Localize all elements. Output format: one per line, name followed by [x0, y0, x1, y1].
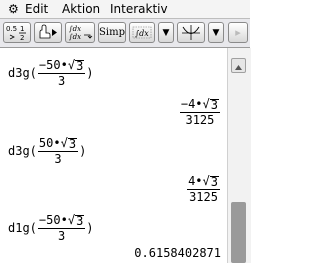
result-denominator: 3125 — [189, 190, 218, 204]
radicand: 3 — [75, 59, 85, 73]
input-line-2[interactable]: d3g( 50• √ 3 3 ) — [8, 137, 86, 165]
radicand: 3 — [209, 175, 219, 189]
integral-button[interactable]: ∫dx — [129, 22, 155, 43]
result-line-1: −4• √ 3 3125 — [179, 98, 221, 126]
multiply-dot: • — [53, 136, 61, 150]
svg-text:2: 2 — [20, 34, 24, 41]
fraction-decimal-icon: 0.5 1 2 — [6, 25, 26, 41]
result-fraction: 4• √ 3 3125 — [187, 175, 220, 203]
result-fraction: −4• √ 3 3125 — [179, 97, 220, 127]
menu-aktion[interactable]: Aktion — [62, 0, 100, 18]
result-denominator: 3125 — [185, 113, 215, 127]
main-work-area[interactable]: d3g( −50• √ 3 3 ) −4• √ 3 3125 d3g( 50• √ 3 3 … — [0, 48, 227, 263]
multiply-dot: • — [60, 213, 68, 227]
denominator: 3 — [57, 74, 66, 88]
scroll-thumb[interactable] — [231, 202, 246, 263]
square-root: √ 3 — [67, 213, 85, 228]
simp-button[interactable]: Simp — [98, 22, 126, 43]
derivative-icon: ∫dx ∫dx — [69, 25, 93, 41]
radicand: 3 — [75, 214, 85, 228]
radical-sign: √ — [202, 174, 210, 188]
square-root: √ 3 — [60, 136, 78, 151]
result-numerator: 4• √ 3 — [187, 175, 220, 190]
scroll-up-button[interactable] — [231, 58, 246, 73]
fraction: −50• √ 3 3 — [37, 213, 86, 243]
multiply-dot: • — [195, 97, 203, 111]
result-line-3: 0.6158402871 — [134, 246, 221, 260]
multiply-dot: • — [195, 174, 203, 188]
svg-text:1: 1 — [20, 25, 24, 33]
result-line-2: 4• √ 3 3125 — [186, 175, 221, 203]
denominator: 3 — [57, 229, 66, 243]
result-decimal: 0.6158402871 — [134, 246, 221, 260]
coefficient: −4 — [180, 97, 196, 111]
coefficient: 50 — [38, 136, 54, 150]
menu-interaktiv[interactable]: Interaktiv — [110, 0, 168, 18]
fraction-decimal-button[interactable]: 0.5 1 2 — [3, 22, 31, 43]
close-paren: ) — [86, 66, 94, 80]
toolbar: 0.5 1 2 ∫dx ∫dx Simp ∫dx ▼ ▼ ▸ — [0, 19, 250, 48]
close-paren: ) — [79, 144, 87, 158]
numerator: 50• √ 3 — [37, 136, 79, 152]
numerator: −50• √ 3 — [37, 58, 86, 74]
square-root: √ 3 — [203, 175, 219, 188]
run-button[interactable] — [34, 22, 62, 43]
hand-pointer-icon — [39, 24, 57, 39]
gear-icon[interactable]: ⚙ — [8, 0, 19, 18]
integral-icon: ∫dx — [132, 26, 152, 39]
function-name: d1g( — [8, 221, 37, 235]
radical-sign: √ — [67, 58, 76, 72]
graph-button[interactable] — [177, 22, 205, 43]
svg-text:0.5: 0.5 — [6, 25, 17, 33]
dropdown-button-2[interactable]: ▼ — [208, 22, 224, 43]
svg-text:∫dx: ∫dx — [69, 25, 81, 33]
radical-sign: √ — [60, 136, 68, 150]
input-line-3[interactable]: d1g( −50• √ 3 3 ) — [8, 214, 94, 242]
vertical-scrollbar[interactable] — [227, 48, 251, 263]
function-name: d3g( — [8, 66, 37, 80]
toolbar-scroll-right-button[interactable]: ▸ — [228, 22, 248, 43]
numerator: −50• √ 3 — [37, 213, 86, 229]
square-root: √ 3 — [203, 98, 219, 111]
graph-icon — [182, 25, 200, 40]
close-paren: ) — [86, 221, 94, 235]
coefficient: 50 — [46, 213, 61, 227]
triangle-up-icon — [235, 65, 242, 70]
radical-sign: √ — [67, 213, 76, 227]
fraction: −50• √ 3 3 — [37, 58, 86, 88]
function-name: d3g( — [8, 144, 37, 158]
multiply-dot: • — [60, 58, 68, 72]
dropdown-button-1[interactable]: ▼ — [158, 22, 174, 43]
fraction: 50• √ 3 3 — [37, 136, 79, 166]
coefficient: 50 — [46, 58, 61, 72]
svg-text:∫dx: ∫dx — [135, 29, 149, 38]
derivative-button[interactable]: ∫dx ∫dx — [65, 22, 95, 43]
menu-bar: ⚙ Edit Aktion Interaktiv — [0, 0, 250, 19]
radicand: 3 — [209, 98, 219, 112]
result-numerator: −4• √ 3 — [179, 97, 220, 113]
denominator: 3 — [54, 152, 62, 166]
square-root: √ 3 — [67, 58, 85, 73]
radical-sign: √ — [202, 97, 210, 111]
menu-edit[interactable]: Edit — [25, 0, 48, 18]
radicand: 3 — [67, 137, 78, 151]
input-line-1[interactable]: d3g( −50• √ 3 3 ) — [8, 59, 94, 87]
svg-text:∫dx: ∫dx — [69, 33, 81, 41]
